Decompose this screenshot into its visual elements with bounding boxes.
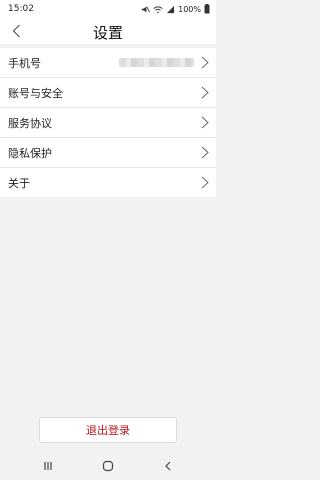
home-icon[interactable] [102,460,114,472]
status-time: 15:02 [8,4,34,14]
chevron-right-icon [201,116,209,129]
signal-icon [167,5,175,13]
chevron-right-icon [201,56,209,69]
recents-icon[interactable] [42,460,54,472]
settings-item-phone[interactable]: 手机号 [0,48,216,78]
chevron-right-icon [201,86,209,99]
phone-number-blurred [119,58,194,67]
status-icons: 100% [141,4,210,14]
logout-button[interactable]: 退出登录 [39,417,177,443]
settings-item-account-security[interactable]: 账号与安全 [0,78,216,108]
wifi-icon [153,5,163,13]
mute-icon [142,6,151,12]
page-title: 设置 [92,24,123,42]
settings-item-label: 关于 [8,176,30,190]
settings-item-label: 账号与安全 [8,86,63,100]
settings-item-privacy[interactable]: 隐私保护 [0,138,216,168]
status-bar: 15:02 100% [0,0,216,18]
settings-item-label: 服务协议 [8,116,52,130]
settings-list: 手机号 账号与安全 服务协议 隐私保护 关于 [0,48,216,197]
battery-level: 100% [178,4,201,14]
chevron-right-icon [201,176,209,189]
battery-icon [204,4,210,14]
system-nav-bar [0,452,216,480]
back-icon[interactable] [162,460,174,472]
settings-item-label: 隐私保护 [8,146,52,160]
settings-item-about[interactable]: 关于 [0,168,216,197]
header: 设置 [0,18,216,44]
settings-item-service-agreement[interactable]: 服务协议 [0,108,216,138]
chevron-right-icon [201,146,209,159]
settings-item-label: 手机号 [8,56,41,70]
